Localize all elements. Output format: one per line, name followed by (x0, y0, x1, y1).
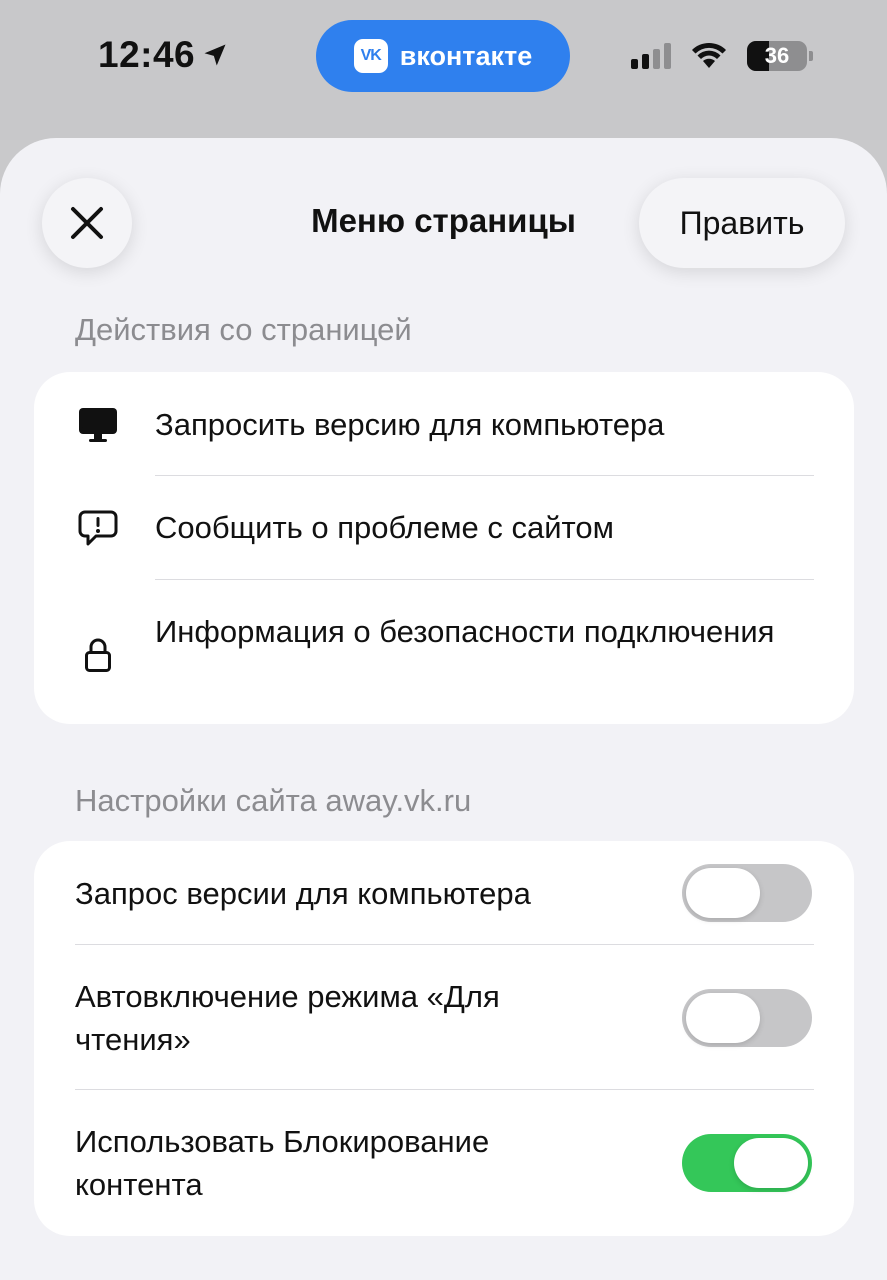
menu-item-label: Запросить версию для компьютера (155, 407, 665, 442)
page-menu-sheet: Меню страницы Править Действия со страни… (0, 138, 887, 1280)
content-blocking-toggle[interactable] (682, 1134, 812, 1192)
vk-app-pill[interactable]: VK вконтакте (316, 20, 570, 92)
status-indicators: 36 (631, 36, 813, 76)
setting-label: Запрос версии для компьютера (75, 876, 531, 911)
request-desktop-toggle[interactable] (682, 864, 812, 922)
lock-icon (76, 633, 120, 677)
reader-mode-setting: Автовключение режима «Для чтения» (34, 945, 854, 1090)
connection-security-item[interactable]: Информация о безопасности подключения (34, 580, 854, 724)
content-blocking-setting: Использовать Блокирование контента (34, 1090, 854, 1236)
status-time: 12:46 (98, 34, 229, 76)
request-desktop-item[interactable]: Запросить версию для компьютера (34, 372, 854, 476)
report-bubble-icon (76, 506, 120, 550)
vk-logo-icon: VK (353, 39, 388, 73)
setting-label: Использовать Блокирование контента (75, 1124, 490, 1202)
page-actions-card: Запросить версию для компьютера Сообщить… (34, 372, 854, 724)
report-problem-item[interactable]: Сообщить о проблеме с сайтом (34, 476, 854, 580)
location-arrow-icon (204, 44, 226, 66)
page-actions-header: Действия со страницей (75, 312, 412, 347)
setting-label: Автовключение режима «Для чтения» (75, 979, 500, 1057)
desktop-icon (76, 403, 120, 447)
reader-mode-toggle[interactable] (682, 989, 812, 1047)
vk-pill-label: вконтакте (399, 40, 533, 71)
request-desktop-setting: Запрос версии для компьютера (34, 841, 854, 945)
battery-icon: 36 (747, 41, 813, 71)
site-settings-card: Запрос версии для компьютера Автовключен… (34, 841, 854, 1236)
wifi-icon (692, 42, 726, 68)
edit-button[interactable]: Править (639, 178, 845, 268)
menu-item-label: Сообщить о проблеме с сайтом (155, 510, 614, 545)
status-bar: 12:46 VK вконтакте 36 (0, 0, 887, 140)
site-settings-header: Настройки сайта away.vk.ru (75, 783, 472, 818)
menu-item-label: Информация о безопасности подключения (155, 614, 775, 649)
cellular-signal-icon (631, 43, 671, 69)
